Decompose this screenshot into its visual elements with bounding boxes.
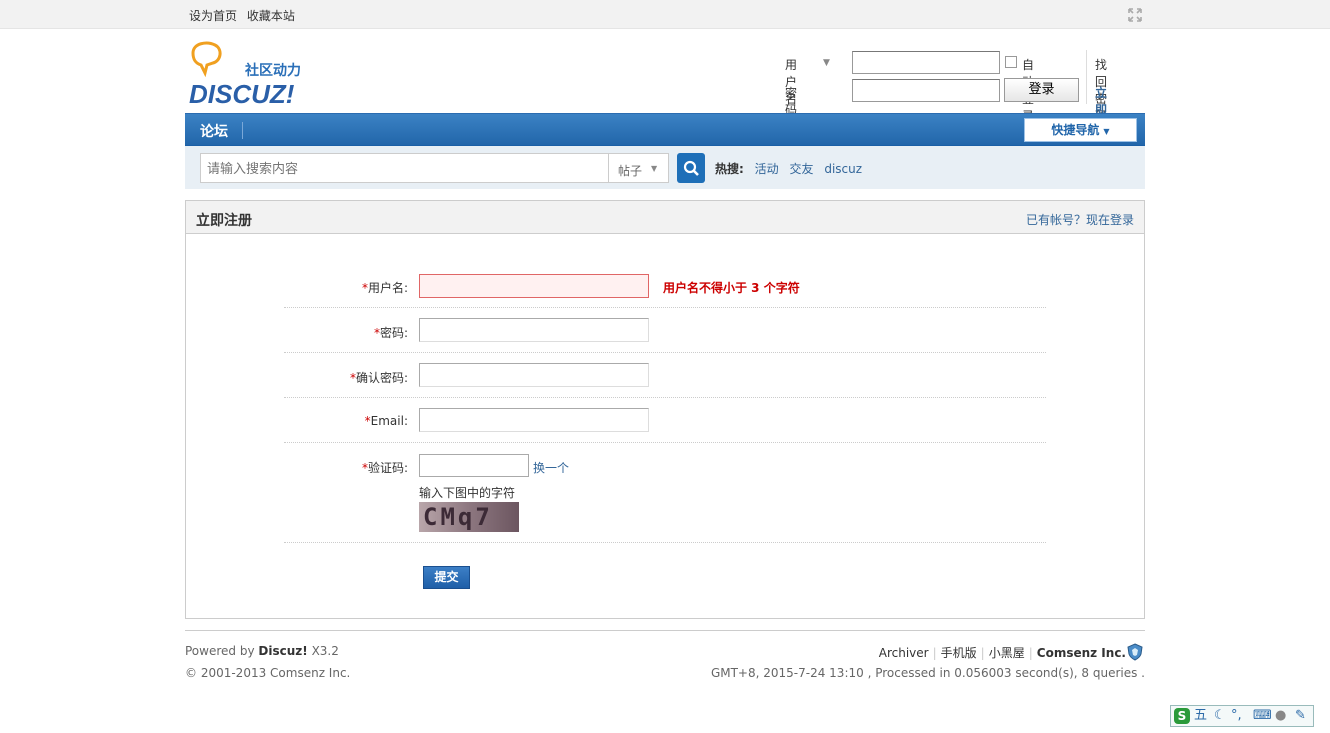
captcha-image[interactable]: CMq7 xyxy=(419,502,519,532)
hot-search-item[interactable]: 交友 xyxy=(789,162,813,176)
chevron-down-icon[interactable]: ▼ xyxy=(823,58,830,68)
main-nav: 论坛 快捷导航 ▼ xyxy=(185,113,1145,146)
blacklist-link[interactable]: 小黑屋 xyxy=(989,646,1025,660)
shield-icon[interactable] xyxy=(1127,643,1143,661)
confirm-password-field-label: *确认密码: xyxy=(349,371,408,385)
fullscreen-icon[interactable] xyxy=(1128,8,1142,22)
search-icon xyxy=(683,160,699,176)
set-home-link[interactable]: 设为首页 xyxy=(189,9,237,23)
chevron-down-icon: ▼ xyxy=(651,164,658,173)
hot-search-item[interactable]: discuz xyxy=(824,162,862,176)
user-icon[interactable]: ● xyxy=(1275,708,1286,724)
login-button[interactable]: 登录 xyxy=(1004,78,1079,102)
sogou-logo-icon[interactable]: S xyxy=(1174,708,1190,724)
site-logo[interactable]: DISCUZ! 社区动力 xyxy=(185,39,317,109)
chevron-down-icon: ▼ xyxy=(1103,127,1110,136)
captcha-field-label: *验证码: xyxy=(361,461,408,475)
keyboard-icon[interactable]: ⌨ xyxy=(1253,708,1272,724)
copyright: © 2001-2013 Comsenz Inc. xyxy=(185,666,351,680)
nav-item-forum[interactable]: 论坛 xyxy=(200,121,228,141)
footer-stats: GMT+8, 2015-7-24 13:10 , Processed in 0.… xyxy=(710,666,1145,680)
search-scope-select[interactable]: 帖子 ▼ xyxy=(608,153,669,183)
logo-bubble-icon: DISCUZ! 社区动力 xyxy=(189,41,301,109)
username-row: *用户名: 用户名不得小于 3 个字符 xyxy=(284,234,1046,308)
hot-search: 热搜: 活动 交友 discuz xyxy=(715,160,862,177)
hot-search-label: 热搜: xyxy=(715,162,744,176)
login-divider xyxy=(1086,50,1087,104)
submit-button[interactable]: 提交 xyxy=(423,566,470,589)
captcha-input[interactable] xyxy=(419,454,529,477)
company-link[interactable]: Comsenz Inc. xyxy=(1037,646,1126,660)
search-input[interactable] xyxy=(200,153,609,183)
quick-nav-label: 快捷导航 xyxy=(1051,123,1100,137)
confirm-password-row: *确认密码: xyxy=(284,353,1046,398)
footer-links: Archiver | 手机版 | 小黑屋 | Comsenz Inc. xyxy=(878,646,1126,660)
header: DISCUZ! 社区动力 用户名 ▼ 自动登录 密码 登录 找回密码 立即注册 xyxy=(185,29,1145,151)
footer: Powered by Discuz! X3.2 © 2001-2013 Coms… xyxy=(185,630,1145,690)
login-now-link[interactable]: 已有帐号？现在登录 xyxy=(1026,211,1134,228)
logo-text: DISCUZ! xyxy=(189,79,295,105)
nav-divider xyxy=(242,122,243,139)
top-links: 设为首页 收藏本站 xyxy=(189,7,301,24)
username-field-label: *用户名: xyxy=(361,281,408,295)
quick-nav-button[interactable]: 快捷导航 ▼ xyxy=(1024,118,1137,142)
mobile-link[interactable]: 手机版 xyxy=(941,646,977,660)
bookmark-link[interactable]: 收藏本站 xyxy=(247,9,295,23)
register-panel: 立即注册 已有帐号？现在登录 *用户名: 用户名不得小于 3 个字符 *密码: … xyxy=(185,200,1145,619)
auto-login-checkbox[interactable] xyxy=(1005,56,1017,68)
search-bar: 帖子 ▼ 热搜: 活动 交友 discuz xyxy=(185,146,1145,189)
search-scope-value: 帖子 xyxy=(618,164,643,178)
register-panel-header: 立即注册 已有帐号？现在登录 xyxy=(186,201,1144,234)
hot-search-item[interactable]: 活动 xyxy=(755,162,779,176)
password-row: *密码: xyxy=(284,308,1046,353)
top-bar: 设为首页 收藏本站 xyxy=(0,0,1330,29)
logo-slogan: 社区动力 xyxy=(244,62,301,79)
login-username-input[interactable] xyxy=(852,51,1000,74)
email-row: *Email: xyxy=(284,398,1046,443)
username-input[interactable] xyxy=(419,274,649,298)
search-button[interactable] xyxy=(677,153,705,183)
password-field-label: *密码: xyxy=(373,326,408,340)
refresh-captcha-link[interactable]: 换一个 xyxy=(533,459,569,476)
captcha-image-text: CMq7 xyxy=(423,503,493,531)
moon-icon[interactable]: ☾ xyxy=(1214,708,1226,724)
confirm-password-input[interactable] xyxy=(419,363,649,387)
ime-toolbar[interactable]: S 五 ☾ °, ⌨ ● ✎ xyxy=(1170,705,1314,727)
login-password-input[interactable] xyxy=(852,79,1000,102)
page-title: 立即注册 xyxy=(196,213,252,229)
password-input[interactable] xyxy=(419,318,649,342)
captcha-hint: 输入下图中的字符 xyxy=(419,486,516,500)
username-error-message: 用户名不得小于 3 个字符 xyxy=(663,281,800,295)
email-input[interactable] xyxy=(419,408,649,432)
product-link[interactable]: Discuz! xyxy=(258,644,307,658)
wrench-icon[interactable]: ✎ xyxy=(1295,708,1306,724)
punctuation-icon[interactable]: °, xyxy=(1231,708,1242,724)
email-field-label: *Email: xyxy=(364,414,408,428)
ime-mode[interactable]: 五 xyxy=(1194,708,1207,724)
captcha-row: *验证码: 换一个 输入下图中的字符 CMq7 xyxy=(284,443,1046,543)
archiver-link[interactable]: Archiver xyxy=(879,646,929,660)
powered-by: Powered by Discuz! X3.2 xyxy=(185,644,339,658)
